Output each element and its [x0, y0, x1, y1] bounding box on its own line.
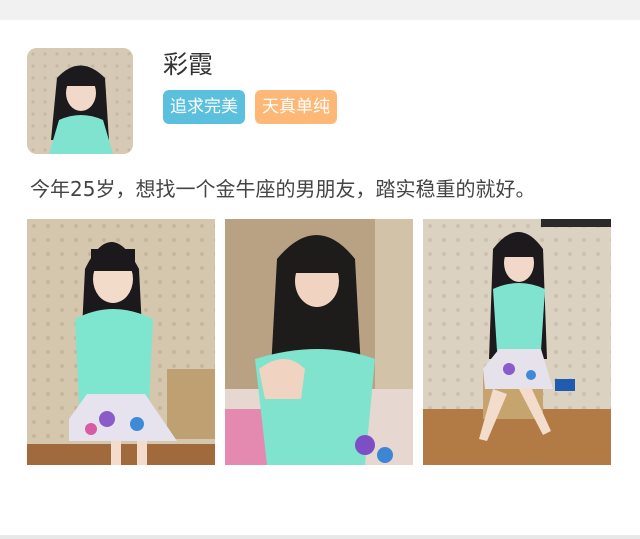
- tag-perfectionist: 追求完美: [163, 90, 245, 124]
- photo-1[interactable]: [27, 219, 215, 465]
- profile-card: 彩霞 追求完美 天真单纯 今年25岁，想找一个金牛座的男朋友，踏实稳重的就好。: [0, 20, 640, 535]
- tag-innocent: 天真单纯: [255, 90, 337, 124]
- avatar[interactable]: [27, 48, 133, 154]
- photo-2[interactable]: [225, 219, 413, 465]
- bottom-divider: [0, 535, 640, 539]
- profile-bio: 今年25岁，想找一个金牛座的男朋友，踏实稳重的就好。: [30, 177, 536, 201]
- profile-name: 彩霞: [163, 50, 214, 79]
- photo-3[interactable]: [423, 219, 611, 465]
- tag-list: 追求完美 天真单纯: [163, 90, 337, 124]
